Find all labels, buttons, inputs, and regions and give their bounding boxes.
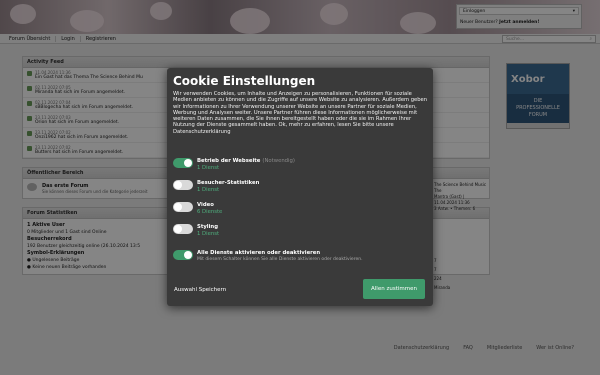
option-label: Video (197, 202, 214, 208)
option-required: (Notwendig) (262, 158, 295, 164)
option-label: Styling (197, 224, 218, 230)
toggle-styling[interactable] (173, 224, 193, 234)
cookie-dialog-title: Cookie Einstellungen (173, 74, 316, 88)
option-service-count[interactable]: 1 Dienst (197, 165, 295, 171)
toggle-knob (184, 159, 192, 167)
option-label: Betrieb der Webseite (197, 158, 261, 164)
toggle-knob (174, 181, 182, 189)
toggle-all[interactable] (173, 250, 193, 260)
toggle-knob (174, 203, 182, 211)
option-description: Mit diesem Schalter können Sie alle Dien… (197, 257, 363, 262)
toggle-website[interactable] (173, 158, 193, 168)
option-label: Alle Dienste aktivieren oder deaktiviere… (197, 250, 321, 256)
toggle-statistics[interactable] (173, 180, 193, 190)
cookie-option-styling: Styling 1 Dienst (173, 224, 423, 237)
save-selection-button[interactable]: Auswahl Speichern (174, 287, 226, 293)
accept-all-button[interactable]: Allen zustimmen (363, 279, 425, 299)
toggle-knob (174, 225, 182, 233)
toggle-knob (184, 251, 192, 259)
option-service-count[interactable]: 1 Dienst (197, 187, 259, 193)
toggle-video[interactable] (173, 202, 193, 212)
cookie-option-website: Betrieb der Webseite (Notwendig) 1 Dienst (173, 158, 423, 171)
option-service-count[interactable]: 1 Dienst (197, 231, 219, 237)
cookie-dialog-text: Wir verwenden Cookies, um Inhalte und An… (173, 91, 427, 135)
cookie-option-all: Alle Dienste aktivieren oder deaktiviere… (173, 250, 423, 262)
cookie-option-statistics: Besucher-Statistiken 1 Dienst (173, 180, 423, 193)
cookie-option-video: Video 6 Dienste (173, 202, 423, 215)
option-service-count[interactable]: 6 Dienste (197, 209, 222, 215)
cookie-settings-dialog: Cookie Einstellungen Wir verwenden Cooki… (167, 68, 433, 306)
option-label: Besucher-Statistiken (197, 180, 260, 186)
